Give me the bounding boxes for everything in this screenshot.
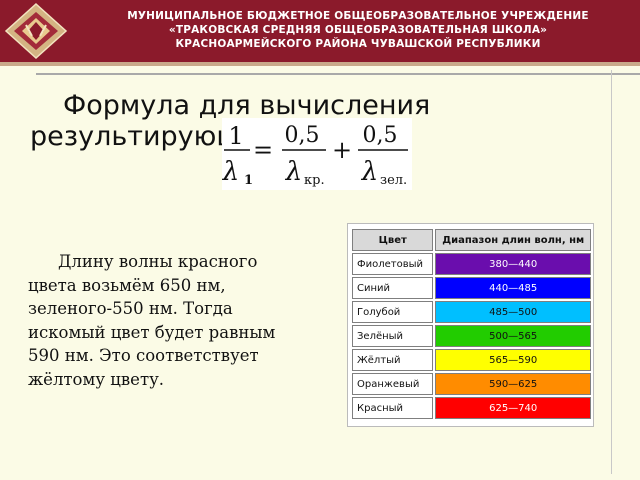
header-stripe	[0, 62, 640, 66]
wavelength-range-cell: 380—440	[435, 253, 591, 275]
formula-term2-numerator: 0,5	[363, 123, 398, 148]
formula-term1-subscript: кр.	[304, 173, 325, 188]
divider-line	[36, 73, 640, 75]
formula-term2-subscript: зел.	[380, 173, 407, 188]
formula-lhs-subscript: 1	[244, 173, 253, 188]
wavelength-range-cell: 625—740	[435, 397, 591, 419]
formula-equals: =	[253, 136, 273, 164]
formula-lhs-numerator: 1	[228, 122, 243, 150]
header-banner: МУНИЦИПАЛЬНОЕ БЮДЖЕТНОЕ ОБЩЕОБРАЗОВАТЕЛЬ…	[0, 0, 640, 62]
header-line-2: «ТРАКОВСКАЯ СРЕДНЯЯ ОБЩЕОБРАЗОВАТЕЛЬНАЯ …	[168, 24, 548, 36]
table-row: Зелёный 500—565	[352, 325, 591, 347]
wavelength-range-cell: 500—565	[435, 325, 591, 347]
explanation-line-2: цвета возьмём 650 нм,	[28, 275, 226, 295]
header-color: Цвет	[352, 229, 434, 251]
color-name-cell: Жёлтый	[352, 349, 434, 371]
header-line-3: КРАСНОАРМЕЙСКОГО РАЙОНА ЧУВАШСКОЙ РЕСПУБ…	[175, 38, 541, 50]
wavelength-range-cell: 565—590	[435, 349, 591, 371]
table-header-row: Цвет Диапазон длин волн, нм	[352, 229, 591, 251]
color-name-cell: Зелёный	[352, 325, 434, 347]
divider-vertical	[611, 70, 612, 474]
wavelength-range-cell: 485—500	[435, 301, 591, 323]
school-emblem-icon	[0, 0, 72, 62]
table-row: Синий 440—485	[352, 277, 591, 299]
explanation-text: Длину волны красного цвета возьмём 650 н…	[28, 250, 328, 391]
header-range: Диапазон длин волн, нм	[435, 229, 591, 251]
title-line-1: Формула для вычисления	[63, 90, 431, 121]
table-row: Фиолетовый 380—440	[352, 253, 591, 275]
color-name-cell: Фиолетовый	[352, 253, 434, 275]
explanation-line-4: искомый цвет будет равным	[28, 322, 276, 342]
color-name-cell: Синий	[352, 277, 434, 299]
table-row: Жёлтый 565—590	[352, 349, 591, 371]
wavelength-range-cell: 590—625	[435, 373, 591, 395]
formula-plus: +	[332, 136, 352, 164]
color-name-cell: Красный	[352, 397, 434, 419]
wavelength-formula: 1 λ 1 = 0,5 λ кр. + 0,5 λ зел.	[222, 118, 412, 190]
formula-term1-denominator: λ	[285, 157, 302, 187]
explanation-line-1: Длину волны красного	[58, 252, 258, 271]
color-name-cell: Голубой	[352, 301, 434, 323]
explanation-line-3: зеленого-550 нм. Тогда	[28, 299, 233, 318]
formula-term2-denominator: λ	[361, 157, 378, 187]
color-name-cell: Оранжевый	[352, 373, 434, 395]
header-title: МУНИЦИПАЛЬНОЕ БЮДЖЕТНОЕ ОБЩЕОБРАЗОВАТЕЛЬ…	[80, 9, 636, 51]
formula-lhs-denominator: λ	[222, 157, 239, 187]
color-range-table: Цвет Диапазон длин волн, нм Фиолетовый 38…	[350, 227, 593, 421]
formula-term1-numerator: 0,5	[285, 123, 320, 148]
header-line-1: МУНИЦИПАЛЬНОЕ БЮДЖЕТНОЕ ОБЩЕОБРАЗОВАТЕЛЬ…	[127, 10, 589, 22]
table-row: Оранжевый 590—625	[352, 373, 591, 395]
explanation-line-5: 590 нм. Это соответствует	[28, 346, 259, 365]
table-row: Красный 625—740	[352, 397, 591, 419]
table-row: Голубой 485—500	[352, 301, 591, 323]
wavelength-range-cell: 440—485	[435, 277, 591, 299]
explanation-line-6: жёлтому цвету.	[28, 369, 165, 389]
wavelength-table: Цвет Диапазон длин волн, нм Фиолетовый 38…	[347, 223, 594, 427]
